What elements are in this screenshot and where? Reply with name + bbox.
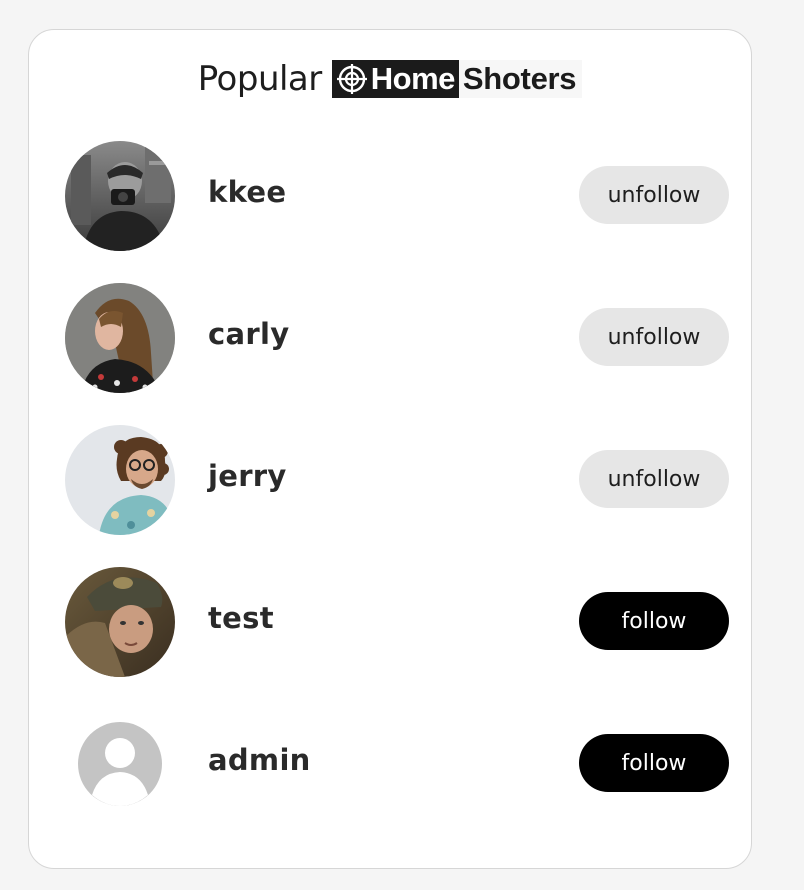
user-photo-icon: [65, 567, 175, 677]
unfollow-button[interactable]: unfollow: [579, 166, 729, 224]
user-row-admin: admin follow: [65, 709, 729, 819]
follow-button[interactable]: follow: [579, 734, 729, 792]
username[interactable]: test: [208, 601, 274, 635]
username[interactable]: carly: [208, 317, 289, 351]
logo-home-text: Home: [370, 61, 456, 96]
follow-button[interactable]: follow: [579, 592, 729, 650]
avatar[interactable]: [65, 567, 175, 677]
avatar[interactable]: [65, 709, 175, 819]
unfollow-button[interactable]: unfollow: [579, 308, 729, 366]
avatar[interactable]: [65, 283, 175, 393]
user-photo-icon: [65, 425, 175, 535]
user-row-jerry: jerry unfollow: [65, 425, 729, 535]
user-photo-icon: [65, 141, 175, 251]
homeshoters-logo: Home Shoters: [331, 59, 583, 99]
card-title: Popular: [197, 59, 322, 99]
user-row-carly: carly unfollow: [65, 283, 729, 393]
unfollow-button[interactable]: unfollow: [579, 450, 729, 508]
popular-users-card: Popular Home Shoters kkee unfollow carly…: [28, 29, 752, 869]
username[interactable]: jerry: [208, 459, 287, 493]
username[interactable]: admin: [208, 743, 311, 777]
crosshair-icon: [336, 64, 367, 94]
logo-home-part: Home: [331, 60, 459, 98]
avatar[interactable]: [65, 141, 175, 251]
user-row-test: test follow: [65, 567, 729, 677]
user-row-kkee: kkee unfollow: [65, 141, 729, 251]
avatar[interactable]: [65, 425, 175, 535]
card-header: Popular Home Shoters: [29, 57, 751, 101]
logo-shoters-part: Shoters: [458, 60, 583, 98]
username[interactable]: kkee: [208, 175, 286, 209]
user-photo-icon: [65, 283, 175, 393]
default-user-icon: [78, 722, 162, 806]
